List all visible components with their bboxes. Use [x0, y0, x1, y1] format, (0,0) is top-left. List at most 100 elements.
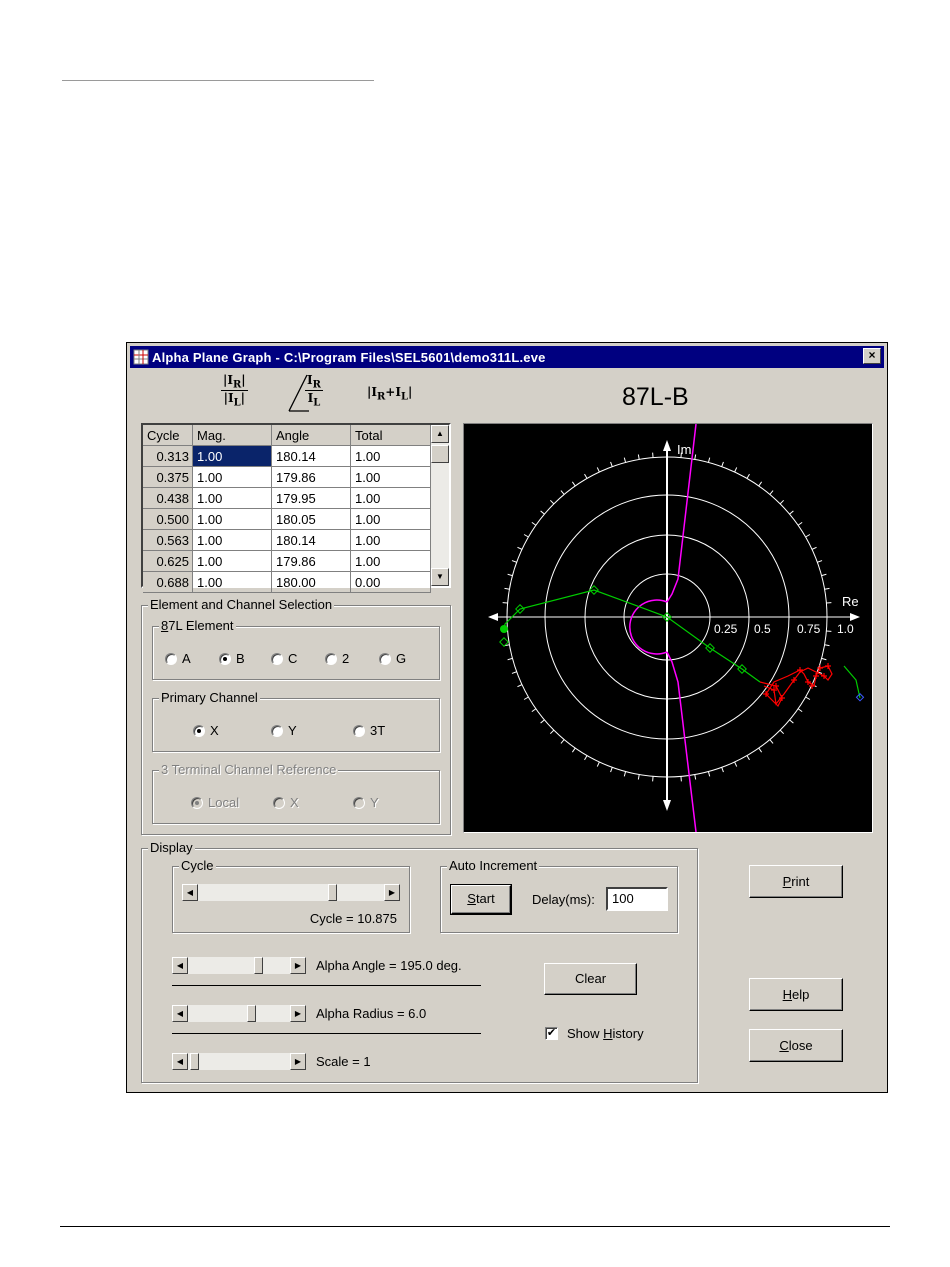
table-row[interactable]: 0.375 1.00 179.86 1.00	[143, 466, 431, 488]
total-formula: |IR+IL|	[367, 385, 412, 402]
print-button[interactable]: Print	[749, 865, 843, 898]
formula-text: |	[408, 385, 413, 399]
scroll-up-arrow-icon[interactable]: ▲	[431, 425, 449, 443]
ring-tick	[517, 546, 523, 550]
help-button[interactable]: Help	[749, 978, 843, 1011]
scroll-left-arrow-icon[interactable]: ◀	[182, 884, 198, 901]
total-cell[interactable]: 1.00	[350, 445, 431, 467]
cycle-cell[interactable]: 0.688	[143, 571, 193, 593]
cycle-scroll-thumb[interactable]	[328, 884, 337, 901]
title-bar[interactable]: Alpha Plane Graph - C:\Program Files\SEL…	[130, 346, 884, 368]
cycle-cell[interactable]: 0.438	[143, 487, 193, 509]
radio-circle-icon	[353, 796, 365, 809]
start-button[interactable]: Start	[450, 884, 512, 915]
scroll-down-arrow-icon[interactable]: ▼	[431, 568, 449, 586]
history-trace-green	[503, 589, 761, 683]
history-point-red	[779, 695, 785, 701]
mag-cell[interactable]: 1.00	[192, 529, 272, 551]
ring-tick	[507, 573, 513, 577]
table-row[interactable]: 0.625 1.00 179.86 1.00	[143, 550, 431, 572]
scroll-right-arrow-icon[interactable]: ▶	[290, 1053, 306, 1070]
angle-cell[interactable]: 179.86	[271, 466, 351, 488]
scale-scrollbar[interactable]: ◀ ▶	[172, 1053, 306, 1070]
element-radio-2[interactable]: 2	[325, 651, 349, 666]
alpha-angle-scroll-thumb[interactable]	[254, 957, 263, 974]
mag-cell[interactable]: 1.00	[192, 571, 272, 593]
angle-cell[interactable]: 180.00	[271, 571, 351, 593]
cycle-cell[interactable]: 0.500	[143, 508, 193, 530]
scale-scroll-thumb[interactable]	[190, 1053, 199, 1070]
cycle-cell[interactable]: 0.625	[143, 550, 193, 572]
formula-sub: R	[232, 379, 242, 391]
primary-radio-3t[interactable]: 3T	[353, 723, 385, 738]
table-row[interactable]: 0.688 1.00 180.00 0.00	[143, 571, 431, 593]
ring-value-label: 0.75	[797, 622, 821, 636]
primary-channel-label: Primary Channel	[159, 690, 260, 705]
ring-tick	[734, 467, 738, 473]
cycle-data-grid[interactable]: Cycle Mag. Angle Total 0.313 1.00 180.14 1.…	[141, 423, 451, 593]
total-cell[interactable]: 1.00	[350, 508, 431, 530]
angle-cell[interactable]: 179.95	[271, 487, 351, 509]
ring-tick	[571, 481, 576, 487]
column-header-total[interactable]: Total	[350, 425, 431, 446]
alpha-angle-scrollbar[interactable]: ◀ ▶	[172, 957, 306, 974]
ring-tick	[540, 719, 545, 724]
scroll-right-arrow-icon[interactable]: ▶	[290, 1005, 306, 1022]
close-button[interactable]: Close	[749, 1029, 843, 1062]
mag-cell[interactable]: 1.00	[192, 550, 272, 572]
element-radio-b[interactable]: B	[219, 651, 245, 666]
scroll-right-arrow-icon[interactable]: ▶	[290, 957, 306, 974]
total-cell[interactable]: 1.00	[350, 487, 431, 509]
mag-cell[interactable]: 1.00	[192, 466, 272, 488]
scroll-left-arrow-icon[interactable]: ◀	[172, 957, 188, 974]
cycle-cell[interactable]: 0.313	[143, 445, 193, 467]
element-radio-c[interactable]: C	[271, 651, 297, 666]
mag-cell[interactable]: 1.00	[192, 487, 272, 509]
ring-tick	[560, 739, 565, 744]
alpha-plane-plot[interactable]: Im Re 0.25 0.5 0.75 1.0	[463, 423, 873, 833]
alpha-angle-text: Alpha Angle = 195.0 deg.	[316, 958, 462, 973]
element-radio-g[interactable]: G	[379, 651, 406, 666]
scroll-left-arrow-icon[interactable]: ◀	[172, 1005, 188, 1022]
column-header-angle[interactable]: Angle	[271, 425, 351, 446]
total-cell[interactable]: 1.00	[350, 466, 431, 488]
table-row[interactable]: 0.438 1.00 179.95 1.00	[143, 487, 431, 509]
ring-tick	[789, 719, 794, 724]
cycle-cell[interactable]: 0.563	[143, 529, 193, 551]
total-cell[interactable]: 1.00	[350, 550, 431, 572]
angle-cell[interactable]: 179.86	[271, 550, 351, 572]
table-row[interactable]: 0.500 1.00 180.05 1.00	[143, 508, 431, 530]
alpha-radius-scroll-thumb[interactable]	[247, 1005, 256, 1022]
cycle-scrollbar[interactable]: ◀ ▶	[182, 884, 400, 901]
scroll-right-arrow-icon[interactable]: ▶	[384, 884, 400, 901]
column-header-cycle[interactable]: Cycle	[143, 425, 193, 446]
angle-cell[interactable]: 180.05	[271, 508, 351, 530]
table-row[interactable]: 0.563 1.00 180.14 1.00	[143, 529, 431, 551]
column-header-mag[interactable]: Mag.	[192, 425, 272, 446]
total-cell[interactable]: 0.00	[350, 571, 431, 593]
element-radio-a[interactable]: A	[165, 651, 191, 666]
clear-button[interactable]: Clear	[544, 963, 637, 995]
grid-vertical-scrollbar[interactable]: ▲ ▼	[431, 425, 449, 586]
primary-radio-y[interactable]: Y	[271, 723, 297, 738]
alpha-radius-scrollbar[interactable]: ◀ ▶	[172, 1005, 306, 1022]
app-grid-icon	[133, 349, 149, 365]
formula-text: |I	[223, 373, 233, 387]
ring-tick	[746, 755, 750, 761]
mag-cell[interactable]: 1.00	[192, 508, 272, 530]
angle-cell[interactable]: 180.14	[271, 529, 351, 551]
primary-radio-x[interactable]: X	[193, 723, 219, 738]
total-cell[interactable]: 1.00	[350, 529, 431, 551]
history-trace-tail	[843, 665, 861, 699]
delay-ms-input[interactable]: 100	[606, 887, 668, 911]
scroll-thumb[interactable]	[431, 445, 449, 463]
angle-cell[interactable]: 180.14	[271, 445, 351, 467]
table-row[interactable]: 0.313 1.00 180.14 1.00	[143, 445, 431, 467]
show-history-checkbox[interactable]: ✔	[545, 1027, 558, 1040]
window-close-button[interactable]: ×	[863, 348, 881, 364]
cycle-cell[interactable]: 0.375	[143, 466, 193, 488]
separator	[172, 985, 481, 986]
mag-cell[interactable]: 1.00	[192, 445, 272, 467]
scroll-left-arrow-icon[interactable]: ◀	[172, 1053, 188, 1070]
radio-label: C	[288, 651, 298, 666]
